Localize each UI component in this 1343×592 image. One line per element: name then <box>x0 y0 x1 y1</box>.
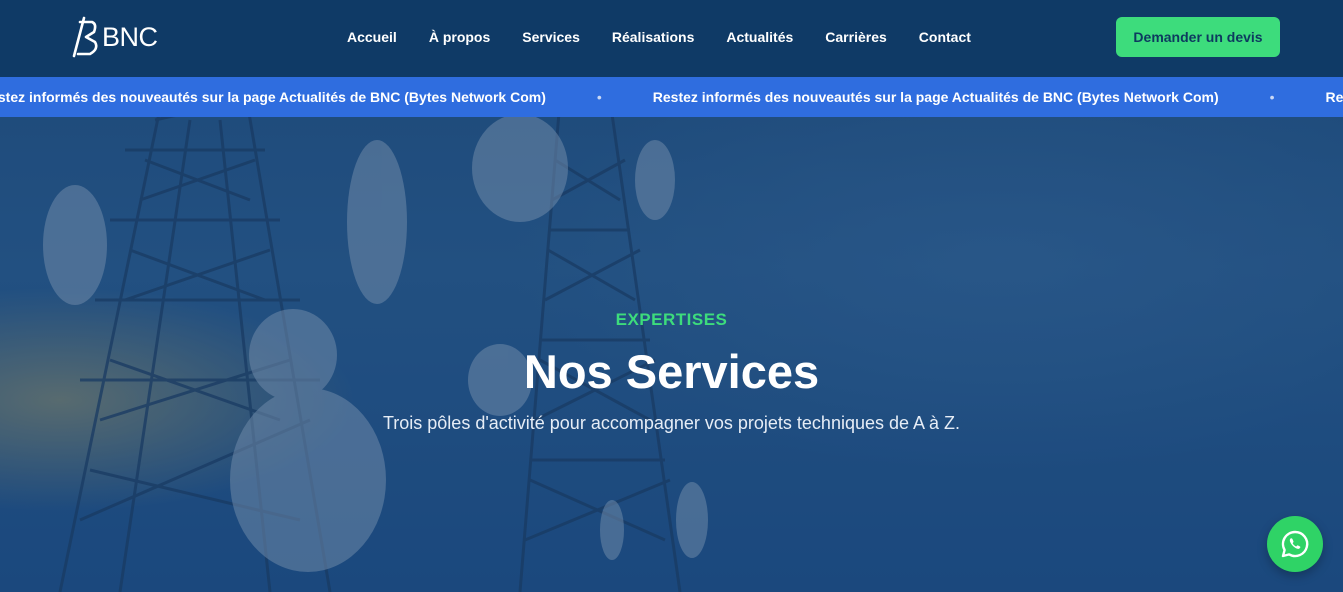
nav-item-contact[interactable]: Contact <box>919 28 971 46</box>
whatsapp-button[interactable] <box>1267 516 1323 572</box>
nav-item-a-propos[interactable]: À propos <box>429 28 490 46</box>
logo[interactable]: BNC <box>70 16 158 58</box>
main-nav: Accueil À propos Services Réalisations A… <box>347 28 1003 46</box>
nav-item-accueil[interactable]: Accueil <box>347 28 397 46</box>
nav-item-realisations[interactable]: Réalisations <box>612 28 694 46</box>
ticker-separator: • <box>596 89 602 105</box>
ticker-message: Restez informés des nouveautés sur la pa… <box>1325 89 1343 105</box>
nav-item-actualites[interactable]: Actualités <box>726 28 793 46</box>
brand-name: BNC <box>102 21 158 52</box>
hero-eyebrow: EXPERTISES <box>615 310 728 329</box>
nav-item-carrieres[interactable]: Carrières <box>825 28 887 46</box>
hero-section: EXPERTISES Nos Services Trois pôles d'ac… <box>0 300 1343 434</box>
bnc-logo-mark-icon <box>72 16 98 58</box>
ticker-track: Restez informés des nouveautés sur la pa… <box>0 77 1343 117</box>
hero-subtitle: Trois pôles d'activité pour accompagner … <box>382 413 961 433</box>
page-title: Nos Services <box>523 345 820 398</box>
ticker-message: Restez informés des nouveautés sur la pa… <box>0 89 546 105</box>
request-quote-button[interactable]: Demander un devis <box>1116 17 1280 57</box>
nav-item-services[interactable]: Services <box>522 28 580 46</box>
ticker-message: Restez informés des nouveautés sur la pa… <box>652 89 1219 105</box>
whatsapp-icon <box>1281 530 1309 558</box>
news-ticker[interactable]: Restez informés des nouveautés sur la pa… <box>0 77 1343 117</box>
ticker-separator: • <box>1269 89 1275 105</box>
site-header: BNC Accueil À propos Services Réalisatio… <box>0 0 1343 77</box>
